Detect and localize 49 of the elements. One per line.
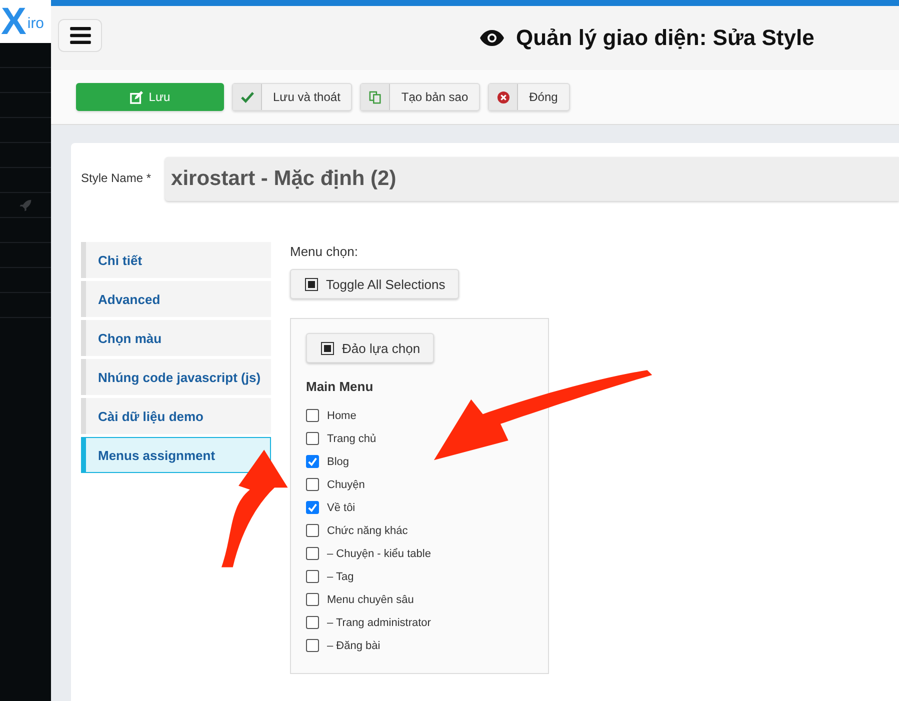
tab[interactable]: Nhúng code javascript (js) <box>81 359 271 395</box>
tab[interactable]: Cài dữ liệu demo <box>81 398 271 434</box>
checkbox[interactable] <box>306 570 319 583</box>
save-button[interactable]: Lưu <box>76 83 224 111</box>
menu-item-label: – Tag <box>327 570 354 582</box>
field-label: Menu chọn: <box>290 244 359 259</box>
page-title: Quản lý giao diện: Sửa Style <box>516 25 814 51</box>
square-icon <box>321 342 334 354</box>
menu-item-label: – Đăng bài <box>327 640 380 652</box>
group-heading: Main Menu <box>306 379 374 394</box>
close-button[interactable]: Đóng <box>488 83 570 111</box>
logo: Xiro <box>0 0 51 43</box>
tab[interactable]: Chọn màu <box>81 320 271 356</box>
checkbox[interactable] <box>306 616 319 629</box>
menu-item-label: Blog <box>327 456 350 468</box>
menu-item-label: Chuyện <box>327 478 365 490</box>
checkbox[interactable] <box>306 478 319 491</box>
copy-button[interactable]: Tạo bản sao <box>360 83 480 111</box>
save-close-button[interactable]: Lưu và thoát <box>232 83 352 111</box>
style-name-field[interactable]: xirostart - Mặc định (2) <box>165 157 899 201</box>
invert-selection-button[interactable]: Đảo lựa chọn <box>306 333 434 363</box>
checkbox[interactable] <box>306 593 319 606</box>
toggle-all-button[interactable]: Toggle All Selections <box>290 269 460 299</box>
checkbox[interactable] <box>306 455 319 468</box>
checkbox[interactable] <box>306 639 319 652</box>
tab[interactable]: Advanced <box>81 281 271 317</box>
checkbox[interactable] <box>306 547 319 560</box>
check-icon <box>240 90 254 104</box>
checkbox[interactable] <box>306 409 319 422</box>
menu-item-label: Home <box>327 410 356 422</box>
menu-button[interactable] <box>58 18 102 52</box>
checkbox[interactable] <box>306 501 319 514</box>
tab[interactable]: Menus assignment <box>81 437 271 473</box>
menu-item-label: Trang chủ <box>327 432 376 444</box>
menu-item-label: – Chuyện - kiểu table <box>327 548 431 560</box>
tab[interactable]: Chi tiết <box>81 242 271 278</box>
close-icon <box>496 90 510 104</box>
square-icon <box>305 278 318 290</box>
menu-item-label: Chức năng khác <box>327 524 408 536</box>
menu-icon <box>70 26 90 44</box>
edit-icon <box>130 90 143 104</box>
checkbox[interactable] <box>306 524 319 537</box>
field-label: Style Name * <box>81 171 152 185</box>
menu-item-label: Menu chuyên sâu <box>327 594 414 606</box>
menu-item-label: – Trang administrator <box>327 616 431 628</box>
copy-icon <box>368 90 382 104</box>
checkbox[interactable] <box>306 432 319 445</box>
eye-icon <box>480 30 504 46</box>
menu-item-label: Về tôi <box>327 502 356 514</box>
